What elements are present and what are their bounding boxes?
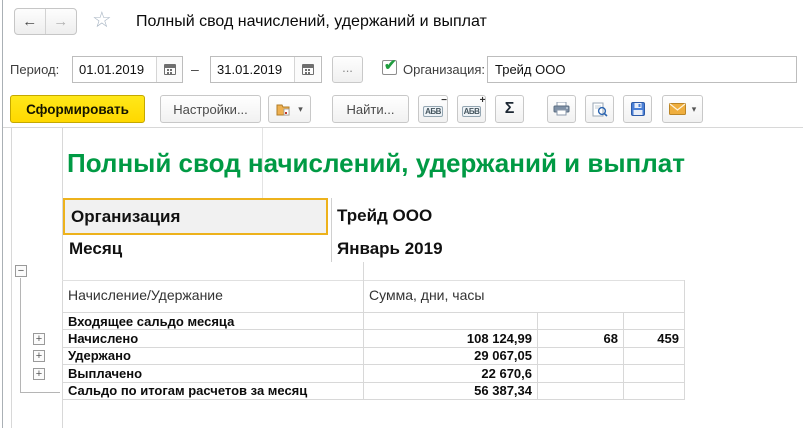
window-left-border [2, 0, 3, 428]
mail-icon [668, 103, 686, 115]
calendar-icon [301, 64, 314, 75]
date-from-field [72, 56, 183, 83]
report-org-cell-selected[interactable]: Организация [63, 198, 328, 235]
group-expand-button-nachisleno[interactable]: + [33, 333, 45, 345]
column-header-accrual[interactable]: Начисление/Удержание [68, 287, 223, 303]
preview-icon [592, 102, 608, 117]
send-mail-button[interactable]: ▾ [662, 95, 703, 123]
column-line-right [684, 280, 685, 400]
date-to-calendar-button[interactable] [294, 57, 320, 82]
date-to-field [210, 56, 322, 83]
print-button[interactable] [547, 95, 576, 123]
calendar-icon [163, 64, 176, 75]
org-value-grid-line [331, 198, 332, 262]
date-from-calendar-button[interactable] [156, 57, 182, 82]
date-from-input[interactable] [73, 57, 156, 82]
preview-button[interactable] [585, 95, 614, 123]
forward-icon: → [53, 13, 69, 30]
group-expand-button-uderzhano[interactable]: + [33, 350, 45, 362]
window-title: Полный свод начислений, удержаний и выпл… [136, 13, 487, 30]
nav-history-group: ← → [14, 8, 77, 35]
report-title[interactable]: Полный свод начислений, удержаний и выпл… [67, 148, 685, 179]
table-row[interactable]: Начислено 108 124,99 68 459 [62, 330, 684, 348]
report-month-value[interactable]: Январь 2019 [337, 239, 443, 259]
report-org-value[interactable]: Трейд ООО [337, 206, 432, 226]
org-input[interactable] [488, 57, 796, 82]
sum-button[interactable]: Σ [495, 95, 524, 123]
generate-button[interactable]: Сформировать [10, 95, 145, 123]
collapse-groups-button[interactable]: АБВ − [418, 95, 448, 123]
header-top-line [62, 280, 685, 281]
collapse-groups-icon: АБВ − [423, 94, 447, 117]
tree-line-horizontal [20, 392, 60, 393]
column-header-sum[interactable]: Сумма, дни, часы [369, 287, 484, 303]
expand-groups-icon: АБВ + [461, 94, 486, 117]
report-left-border [11, 127, 12, 428]
date-to-input[interactable] [211, 57, 294, 82]
sigma-icon: Σ [504, 100, 515, 117]
dropdown-arrow-icon: ▾ [298, 103, 303, 114]
forward-button[interactable]: → [46, 9, 77, 34]
period-more-button[interactable]: ... [332, 56, 363, 83]
find-button[interactable]: Найти... [332, 95, 409, 123]
printer-icon [553, 102, 570, 116]
back-button[interactable]: ← [15, 9, 46, 34]
dropdown-arrow-icon: ▾ [691, 103, 697, 114]
org-label: Организация: [403, 62, 486, 77]
app-window: ← → ☆ Полный свод начислений, удержаний … [0, 0, 803, 428]
table-row[interactable]: Сальдо по итогам расчетов за месяц 56 38… [62, 383, 684, 400]
tree-line-vertical [20, 278, 21, 393]
report-month-label[interactable]: Месяц [69, 239, 122, 259]
table-row[interactable]: Удержано 29 067,05 [62, 348, 684, 366]
date-range-dash: – [191, 61, 199, 77]
period-label: Период: [10, 62, 60, 77]
back-icon: ← [22, 13, 38, 30]
report-table: Входящее сальдо месяца Начислено 108 124… [62, 312, 684, 400]
org-checkbox[interactable]: ✔ [382, 57, 397, 75]
group-collapse-button[interactable]: − [15, 265, 27, 277]
org-field [487, 56, 797, 83]
report-top-border [3, 127, 803, 128]
folder-copy-icon [276, 104, 290, 115]
table-row[interactable]: Входящее сальдо месяца [62, 313, 684, 331]
checkmark-icon: ✔ [384, 57, 397, 74]
group-expand-button-vyplacheno[interactable]: + [33, 368, 45, 380]
favorites-star-icon[interactable]: ☆ [92, 8, 112, 32]
expand-groups-button[interactable]: АБВ + [457, 95, 486, 123]
save-button[interactable] [623, 95, 652, 123]
save-icon [630, 102, 645, 116]
settings-button[interactable]: Настройки... [160, 95, 261, 123]
table-row[interactable]: Выплачено 22 670,6 [62, 365, 684, 383]
settings-variants-button[interactable]: ▾ [268, 95, 311, 123]
